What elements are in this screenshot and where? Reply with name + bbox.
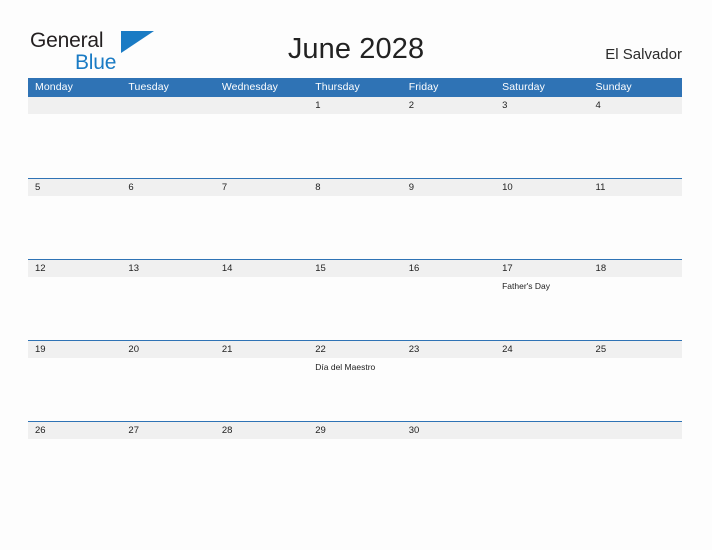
day-number[interactable]: 23 xyxy=(402,341,495,358)
day-number[interactable]: 22 xyxy=(308,341,401,358)
weekday-wednesday: Wednesday xyxy=(221,81,279,93)
day-event xyxy=(589,196,682,259)
week-date-band: 1 2 3 4 xyxy=(28,97,682,114)
day-event xyxy=(28,196,121,259)
day-number[interactable]: 9 xyxy=(402,179,495,196)
day-number[interactable] xyxy=(28,97,121,114)
day-event xyxy=(402,196,495,259)
day-number[interactable]: 2 xyxy=(402,97,495,114)
day-number[interactable]: 12 xyxy=(28,260,121,277)
day-event xyxy=(28,439,121,502)
day-number[interactable]: 19 xyxy=(28,341,121,358)
weekday-monday: Monday xyxy=(35,81,73,93)
day-number[interactable]: 7 xyxy=(215,179,308,196)
day-number[interactable]: 28 xyxy=(215,422,308,439)
day-event xyxy=(495,196,588,259)
day-event-dia-del-maestro: Día del Maestro xyxy=(315,362,376,372)
day-event xyxy=(215,439,308,502)
day-number[interactable]: 1 xyxy=(308,97,401,114)
day-event xyxy=(121,114,214,177)
day-number[interactable]: 26 xyxy=(28,422,121,439)
week-event-band: Día del Maestro xyxy=(28,358,682,421)
day-event xyxy=(215,277,308,340)
day-number[interactable]: 6 xyxy=(121,179,214,196)
day-event xyxy=(28,114,121,177)
day-event xyxy=(215,114,308,177)
day-number[interactable]: 5 xyxy=(28,179,121,196)
day-number[interactable]: 29 xyxy=(308,422,401,439)
week-row: 12 13 14 15 16 17 18 Father's Day xyxy=(28,259,682,340)
week-date-band: 12 13 14 15 16 17 18 xyxy=(28,260,682,277)
day-event-fathers-day: Father's Day xyxy=(502,281,551,291)
day-event xyxy=(402,277,495,340)
weekday-friday: Friday xyxy=(408,81,439,93)
day-event xyxy=(589,277,682,340)
week-row: 5 6 7 8 9 10 11 xyxy=(28,178,682,259)
week-date-band: 19 20 21 22 23 24 25 xyxy=(28,341,682,358)
day-event xyxy=(495,114,588,177)
page-header: General Blue June 2028 El Salvador xyxy=(0,0,712,76)
day-event xyxy=(308,196,401,259)
week-date-band: 26 27 28 29 30 xyxy=(28,422,682,439)
day-event xyxy=(589,358,682,421)
week-event-band xyxy=(28,114,682,177)
day-event xyxy=(28,277,121,340)
day-event xyxy=(121,196,214,259)
day-event xyxy=(402,358,495,421)
day-number[interactable]: 16 xyxy=(402,260,495,277)
day-event xyxy=(121,358,214,421)
day-event xyxy=(215,358,308,421)
week-row: 26 27 28 29 30 xyxy=(28,421,682,502)
day-number[interactable]: 11 xyxy=(589,179,682,196)
day-event xyxy=(495,358,588,421)
calendar-grid: Monday Tuesday Wednesday Thursday Friday… xyxy=(28,78,682,502)
week-event-band: Father's Day xyxy=(28,277,682,340)
calendar-page: General Blue June 2028 El Salvador Monda… xyxy=(0,0,712,550)
week-date-band: 5 6 7 8 9 10 11 xyxy=(28,179,682,196)
day-number[interactable]: 27 xyxy=(121,422,214,439)
day-number[interactable]: 30 xyxy=(402,422,495,439)
day-number[interactable]: 24 xyxy=(495,341,588,358)
day-number[interactable]: 4 xyxy=(589,97,682,114)
day-event xyxy=(308,439,401,502)
day-number[interactable]: 17 xyxy=(495,260,588,277)
day-number[interactable] xyxy=(495,422,588,439)
day-event xyxy=(402,439,495,502)
day-event xyxy=(589,114,682,177)
day-event xyxy=(121,277,214,340)
week-event-band xyxy=(28,196,682,259)
day-number[interactable]: 3 xyxy=(495,97,588,114)
day-number[interactable]: 20 xyxy=(121,341,214,358)
day-event xyxy=(589,439,682,502)
weekday-tuesday: Tuesday xyxy=(128,81,170,93)
day-number[interactable]: 13 xyxy=(121,260,214,277)
country-label: El Salvador xyxy=(605,46,682,63)
day-event xyxy=(402,114,495,177)
day-number[interactable] xyxy=(215,97,308,114)
day-event xyxy=(495,439,588,502)
weekday-sunday: Sunday xyxy=(595,81,632,93)
day-number[interactable]: 21 xyxy=(215,341,308,358)
day-number[interactable]: 25 xyxy=(589,341,682,358)
day-number[interactable]: 18 xyxy=(589,260,682,277)
day-number[interactable]: 8 xyxy=(308,179,401,196)
day-event xyxy=(215,196,308,259)
week-row: 19 20 21 22 23 24 25 Día del Maestro xyxy=(28,340,682,421)
weekday-saturday: Saturday xyxy=(502,81,545,93)
week-row: 1 2 3 4 xyxy=(28,97,682,178)
week-event-band xyxy=(28,439,682,502)
day-number[interactable]: 14 xyxy=(215,260,308,277)
weekday-thursday: Thursday xyxy=(315,81,360,93)
weekday-header-row: Monday Tuesday Wednesday Thursday Friday… xyxy=(28,78,682,97)
day-number[interactable]: 15 xyxy=(308,260,401,277)
day-event xyxy=(308,277,401,340)
day-event xyxy=(308,114,401,177)
day-number[interactable] xyxy=(121,97,214,114)
day-event xyxy=(121,439,214,502)
day-event xyxy=(28,358,121,421)
day-number[interactable]: 10 xyxy=(495,179,588,196)
day-number[interactable] xyxy=(589,422,682,439)
